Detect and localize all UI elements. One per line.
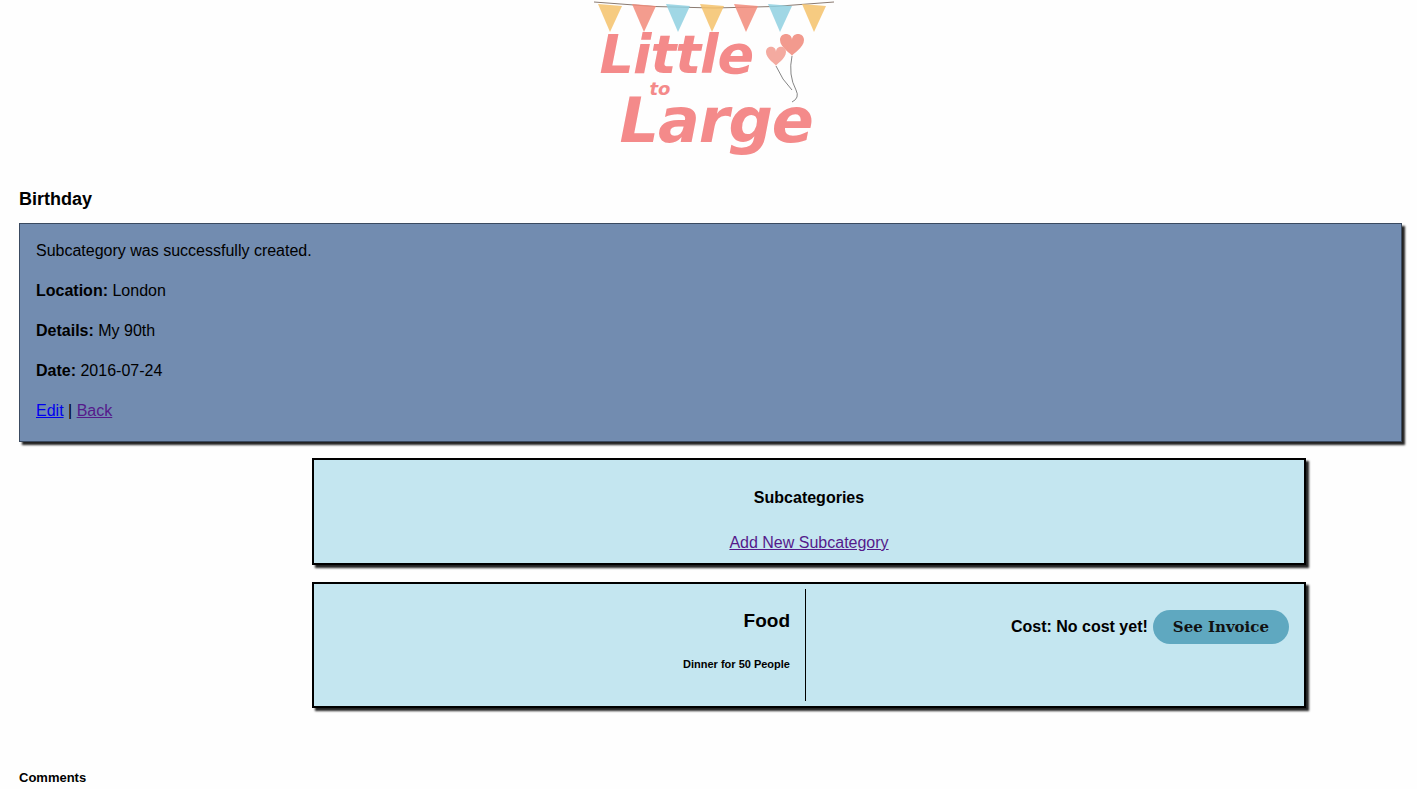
link-row: Edit | Back — [36, 401, 1385, 421]
page-heading: Birthday — [19, 188, 1417, 210]
subcategory-description: Dinner for 50 People — [324, 657, 790, 671]
logo-line: Large — [620, 90, 813, 152]
logo-text: LittletoLarge — [594, 0, 834, 168]
subcategories-card: Subcategories Add New Subcategory — [312, 458, 1306, 565]
logo: LittletoLarge — [594, 0, 834, 168]
detail-label: Location: — [36, 282, 108, 299]
logo-area: LittletoLarge — [0, 0, 1417, 168]
subcategory-cost: Cost: No cost yet!See Invoice — [806, 589, 1304, 701]
see-invoice-button[interactable]: See Invoice — [1153, 610, 1289, 644]
back-link[interactable]: Back — [77, 402, 113, 419]
comments-heading: Comments — [19, 770, 1417, 786]
add-link-row: Add New Subcategory — [324, 533, 1294, 553]
detail-label: Details: — [36, 322, 94, 339]
subcategory-name: Food — [324, 609, 790, 633]
detail-row: Date: 2016-07-24 — [36, 361, 1385, 381]
detail-value: My 90th — [98, 322, 155, 339]
subcategory-info: Food Dinner for 50 People — [314, 589, 806, 701]
cost-text: Cost: No cost yet! — [1011, 610, 1148, 644]
logo-line: Little — [600, 26, 754, 84]
add-subcategory-link[interactable]: Add New Subcategory — [729, 534, 888, 551]
edit-link[interactable]: Edit — [36, 402, 64, 419]
detail-value: London — [112, 282, 165, 299]
event-details-panel: Subcategory was successfully created. Loc… — [19, 223, 1402, 442]
detail-row: Location: London — [36, 281, 1385, 301]
detail-row: Details: My 90th — [36, 321, 1385, 341]
subcategories-title: Subcategories — [324, 488, 1294, 508]
link-separator: | — [68, 402, 72, 419]
notice: Subcategory was successfully created. — [36, 241, 1385, 261]
subcategory-card: Food Dinner for 50 People Cost: No cost ye… — [312, 582, 1306, 708]
detail-value: 2016-07-24 — [80, 362, 162, 379]
detail-label: Date: — [36, 362, 76, 379]
